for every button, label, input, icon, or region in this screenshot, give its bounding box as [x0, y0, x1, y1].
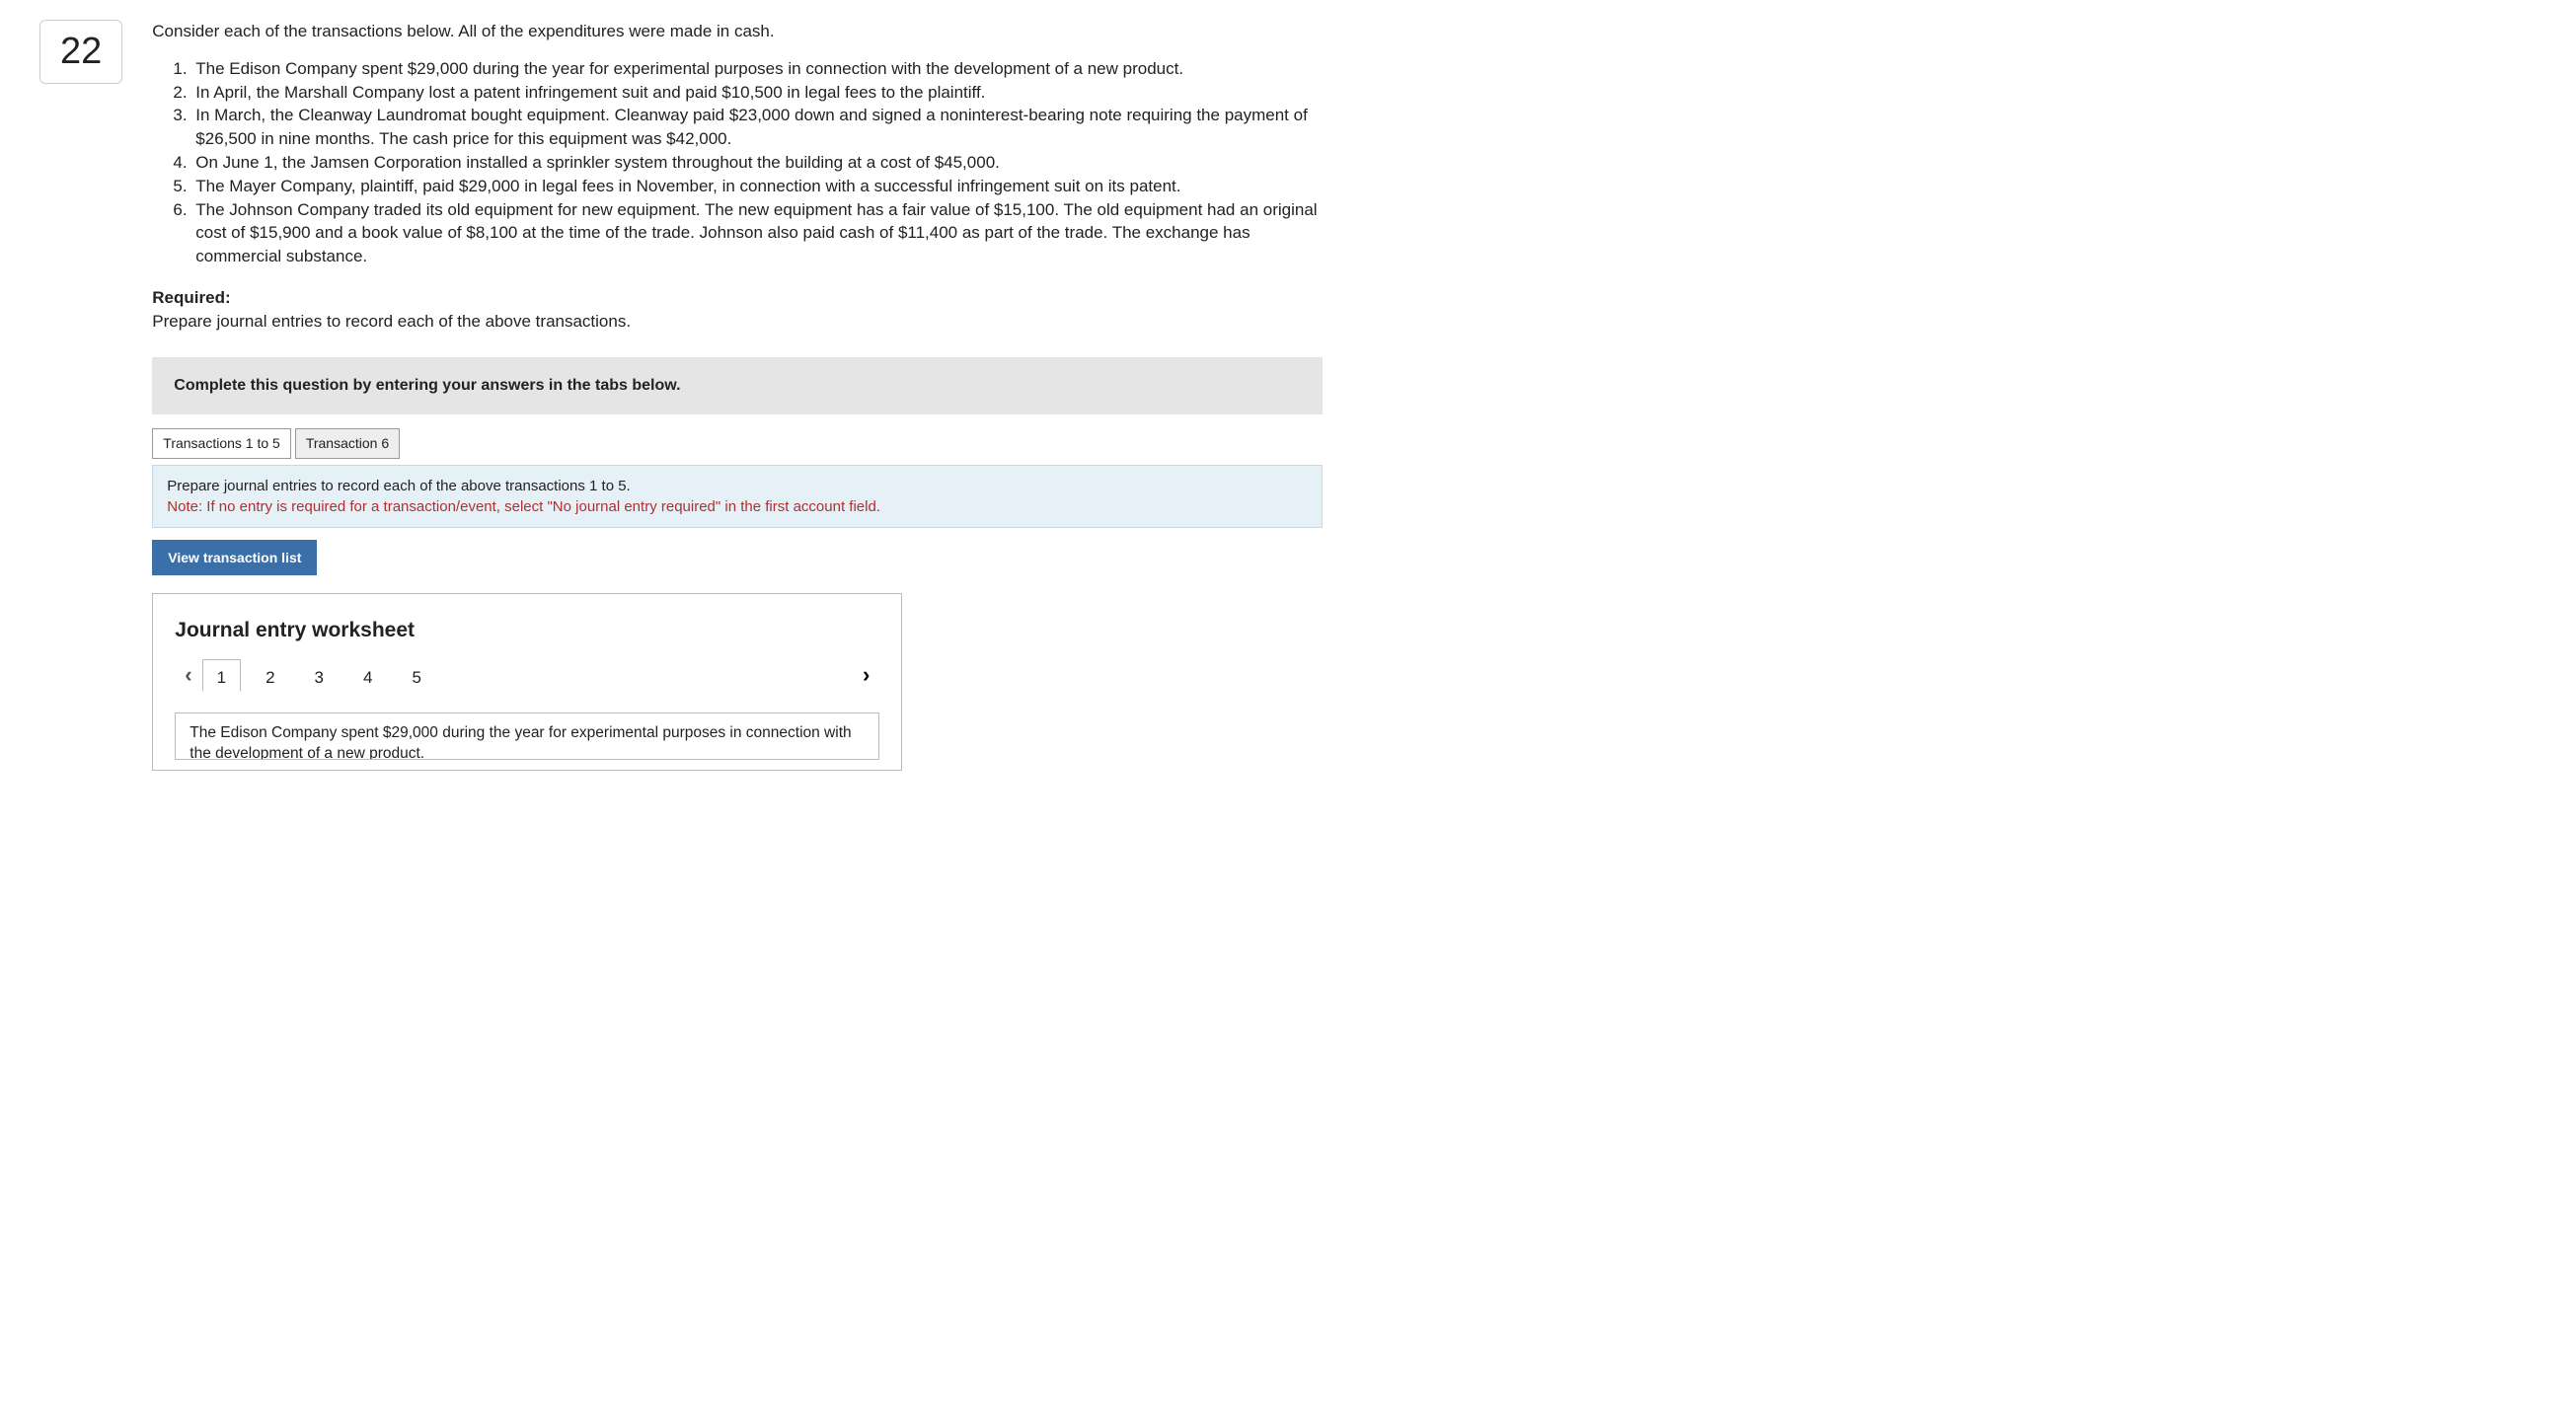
page-2-button[interactable]: 2	[251, 659, 289, 693]
worksheet-title: Journal entry worksheet	[175, 616, 879, 644]
view-transaction-list-button[interactable]: View transaction list	[152, 540, 317, 575]
list-item: On June 1, the Jamsen Corporation instal…	[191, 151, 1323, 175]
chevron-left-icon[interactable]: ‹	[175, 656, 201, 695]
question-number-badge: 22	[39, 20, 122, 84]
transactions-list: The Edison Company spent $29,000 during …	[191, 57, 1323, 268]
page-4-button[interactable]: 4	[348, 659, 387, 693]
tab-transactions-1-5[interactable]: Transactions 1 to 5	[152, 428, 291, 459]
chevron-right-icon[interactable]: ›	[853, 656, 879, 695]
page-5-button[interactable]: 5	[397, 659, 435, 693]
worksheet-pager: ‹ 1 2 3 4 5 ›	[175, 656, 879, 695]
list-item: In April, the Marshall Company lost a pa…	[191, 81, 1323, 105]
worksheet-description: The Edison Company spent $29,000 during …	[175, 712, 879, 760]
instruction-note: Note: If no entry is required for a tran…	[167, 496, 1308, 517]
list-item: The Johnson Company traded its old equip…	[191, 198, 1323, 268]
page-1-button[interactable]: 1	[202, 659, 241, 693]
tab-row: Transactions 1 to 5 Transaction 6	[152, 428, 1323, 459]
required-label: Required:	[152, 288, 230, 307]
question-content: Consider each of the transactions below.…	[152, 20, 1323, 771]
list-item: The Edison Company spent $29,000 during …	[191, 57, 1323, 81]
instruction-line: Prepare journal entries to record each o…	[167, 476, 1308, 496]
intro-text: Consider each of the transactions below.…	[152, 20, 1323, 43]
list-item: The Mayer Company, plaintiff, paid $29,0…	[191, 175, 1323, 198]
tab-instruction-box: Prepare journal entries to record each o…	[152, 465, 1323, 528]
instruction-banner: Complete this question by entering your …	[152, 357, 1323, 414]
list-item: In March, the Cleanway Laundromat bought…	[191, 104, 1323, 151]
tab-transaction-6[interactable]: Transaction 6	[295, 428, 400, 459]
required-text: Prepare journal entries to record each o…	[152, 310, 1323, 334]
page-3-button[interactable]: 3	[300, 659, 339, 693]
journal-worksheet: Journal entry worksheet ‹ 1 2 3 4 5 › Th…	[152, 593, 902, 771]
